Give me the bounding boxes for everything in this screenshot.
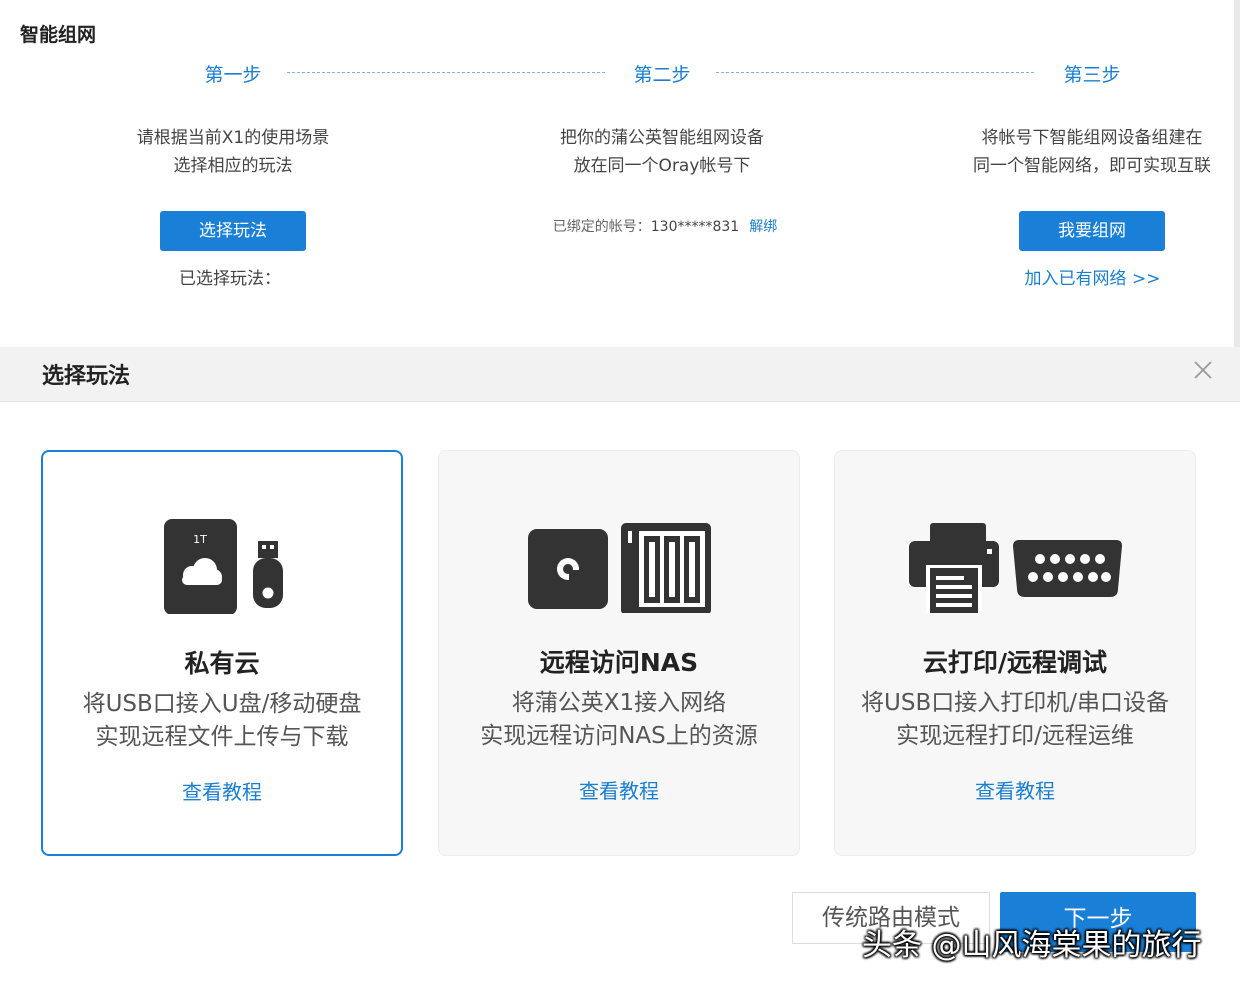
step-3-desc-line: 将帐号下智能组网设备组建在 [981, 128, 1203, 148]
nas-icon [439, 513, 799, 615]
card-title: 云打印/远程调试 [922, 648, 1108, 677]
chosen-mode-label: 已选择玩法： [179, 269, 281, 289]
card-description: 将蒲公英X1接入网络 实现远程访问NAS上的资源 [439, 687, 799, 753]
step-2-title: 第二步 [633, 64, 691, 86]
card-title: 私有云 [184, 649, 260, 678]
step-1-description: 请根据当前X1的使用场景 选择相应的玩法 [113, 124, 353, 180]
disk-capacity-label: 1T [193, 533, 207, 546]
card-desc-line: 将蒲公英X1接入网络 [511, 690, 727, 716]
bound-account-label: 已绑定的帐号： [552, 219, 651, 235]
view-tutorial-link[interactable]: 查看教程 [43, 776, 401, 805]
step-2-desc-line: 把你的蒲公英智能组网设备 [560, 128, 764, 148]
card-desc-line: 将USB口接入打印机/串口设备 [861, 690, 1169, 716]
card-description: 将USB口接入打印机/串口设备 实现远程打印/远程运维 [835, 687, 1195, 753]
view-tutorial-link[interactable]: 查看教程 [439, 775, 799, 804]
card-desc-line: 实现远程文件上传与下载 [95, 724, 349, 750]
step-3-description: 将帐号下智能组网设备组建在 同一个智能网络，即可实现互联 [962, 124, 1222, 180]
page-title: 智能组网 [20, 24, 97, 46]
create-network-button[interactable]: 我要组网 [1019, 211, 1165, 251]
card-desc-line: 实现远程访问NAS上的资源 [480, 723, 758, 749]
step-1-desc-line: 请根据当前X1的使用场景 [136, 128, 330, 148]
printer-serial-icon [835, 513, 1195, 615]
bound-account-info: 已绑定的帐号：130*****831 解绑 [520, 216, 810, 236]
step-1-desc-line: 选择相应的玩法 [173, 156, 293, 176]
view-tutorial-link[interactable]: 查看教程 [835, 775, 1195, 804]
modal-header: 选择玩法 [0, 347, 1240, 402]
card-title: 远程访问NAS [539, 648, 699, 677]
modal-title: 选择玩法 [42, 364, 131, 389]
card-desc-line: 将USB口接入U盘/移动硬盘 [82, 691, 362, 717]
mode-card-private-cloud[interactable]: 1T 私有云 将USB口接入U盘/移动硬盘 实现远程文件上传与下载 查看教程 [41, 450, 403, 856]
close-icon[interactable] [1188, 355, 1218, 385]
step-3-title: 第三步 [1063, 64, 1121, 86]
mode-card-cloud-print[interactable]: 云打印/远程调试 将USB口接入打印机/串口设备 实现远程打印/远程运维 查看教… [834, 450, 1196, 856]
step-3-desc-line: 同一个智能网络，即可实现互联 [973, 156, 1211, 176]
unbind-link[interactable]: 解绑 [749, 219, 777, 235]
step-2-description: 把你的蒲公英智能组网设备 放在同一个Oray帐号下 [527, 124, 797, 180]
join-network-link[interactable]: 加入已有网络 >> [1010, 264, 1175, 289]
wizard-panel: 智能组网 第一步 第二步 第三步 请根据当前X1的使用场景 选择相应的玩法 把你… [0, 0, 1240, 347]
bound-account-number: 130*****831 [650, 219, 740, 235]
watermark: 头条 @山风海棠果的旅行 [862, 928, 1202, 963]
private-cloud-icon: 1T [43, 514, 401, 615]
card-description: 将USB口接入U盘/移动硬盘 实现远程文件上传与下载 [43, 688, 401, 754]
step-1-title: 第一步 [204, 64, 262, 86]
card-desc-line: 实现远程打印/远程运维 [896, 723, 1134, 749]
mode-card-remote-nas[interactable]: 远程访问NAS 将蒲公英X1接入网络 实现远程访问NAS上的资源 查看教程 [438, 450, 800, 856]
choose-mode-button[interactable]: 选择玩法 [160, 211, 306, 251]
step-divider [716, 72, 1034, 73]
scrollbar-track[interactable] [1234, 0, 1240, 347]
step-divider [287, 72, 605, 73]
step-2-desc-line: 放在同一个Oray帐号下 [573, 156, 751, 176]
